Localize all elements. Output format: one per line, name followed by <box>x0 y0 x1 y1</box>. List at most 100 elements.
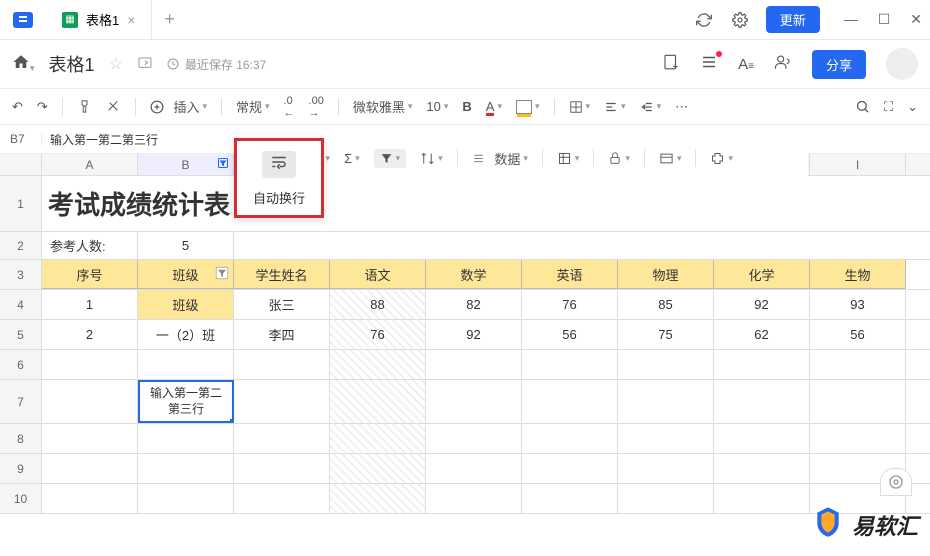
cell-empty[interactable] <box>714 484 810 513</box>
cell-data[interactable]: 76 <box>522 290 618 319</box>
cell-empty[interactable] <box>426 454 522 483</box>
cell-data[interactable]: 75 <box>618 320 714 349</box>
cell-empty[interactable] <box>522 484 618 513</box>
cell-data[interactable]: 92 <box>714 290 810 319</box>
plugin-button[interactable]: ▾ <box>710 151 733 166</box>
wrap-text-icon[interactable] <box>262 151 296 178</box>
row-header-2[interactable]: 2 <box>0 232 42 260</box>
cell-empty[interactable] <box>138 350 234 379</box>
cell-empty[interactable] <box>522 350 618 379</box>
insert-button[interactable]: 插入▾ <box>150 97 207 116</box>
font-select[interactable]: 微软雅黑▾ <box>353 97 413 116</box>
cell-empty[interactable] <box>234 424 330 453</box>
cell-empty[interactable] <box>714 380 810 423</box>
cell-header[interactable]: 语文 <box>330 260 426 289</box>
cell-empty[interactable] <box>138 454 234 483</box>
cell-empty[interactable] <box>426 350 522 379</box>
row-header-1[interactable]: 1 <box>0 176 42 232</box>
sort-button[interactable]: ▾ <box>420 151 443 166</box>
filter-indicator-icon[interactable] <box>217 157 229 172</box>
cell-data[interactable]: 2 <box>42 320 138 349</box>
selection-handle[interactable] <box>230 419 234 423</box>
collab-icon[interactable] <box>774 53 792 76</box>
cell-empty[interactable] <box>714 350 810 379</box>
add-tab-button[interactable]: + <box>152 9 187 30</box>
cell-empty[interactable] <box>234 350 330 379</box>
col-header-I[interactable]: I <box>810 154 906 175</box>
cell-empty[interactable] <box>714 424 810 453</box>
cell-header[interactable]: 生物 <box>810 260 906 289</box>
tab-sheet[interactable]: ▦ 表格1 × <box>46 0 152 40</box>
cell-empty[interactable] <box>618 424 714 453</box>
cell-empty[interactable] <box>330 350 426 379</box>
help-button[interactable] <box>880 468 912 496</box>
cell-title[interactable]: 考试成绩统计表 <box>42 176 906 231</box>
border-button[interactable]: ▾ <box>569 100 591 114</box>
cell-empty[interactable] <box>330 484 426 513</box>
cell-b2[interactable]: 5 <box>138 232 234 259</box>
text-size-icon[interactable]: A≡ <box>738 56 754 73</box>
cell-header[interactable]: 物理 <box>618 260 714 289</box>
align-button[interactable]: ▾ <box>604 100 626 114</box>
row-header-8[interactable]: 8 <box>0 424 42 454</box>
cell-empty[interactable] <box>426 380 522 423</box>
indent-button[interactable]: ▾ <box>640 100 662 114</box>
cell-empty[interactable] <box>714 454 810 483</box>
cell-header[interactable]: 数学 <box>426 260 522 289</box>
close-window-icon[interactable]: ✕ <box>910 11 922 28</box>
cell-empty[interactable] <box>426 484 522 513</box>
row-header-6[interactable]: 6 <box>0 350 42 380</box>
row-header-5[interactable]: 5 <box>0 320 42 350</box>
cell-data[interactable]: 1 <box>42 290 138 319</box>
cell-header[interactable]: 英语 <box>522 260 618 289</box>
cell-header[interactable]: 序号 <box>42 260 138 289</box>
cell-empty[interactable] <box>618 484 714 513</box>
cell-empty[interactable] <box>522 424 618 453</box>
cell-empty[interactable] <box>330 380 426 423</box>
cell-empty[interactable] <box>42 484 138 513</box>
cell-empty[interactable] <box>42 380 138 423</box>
view-button[interactable]: ▾ <box>659 151 682 166</box>
list-icon[interactable] <box>700 53 718 76</box>
minimize-icon[interactable]: — <box>844 11 858 28</box>
number-format-select[interactable]: 常规▾ <box>236 97 270 116</box>
maximize-icon[interactable]: ☐ <box>878 11 891 28</box>
refresh-icon[interactable] <box>694 10 714 30</box>
cell-data[interactable]: 85 <box>618 290 714 319</box>
star-icon[interactable]: ☆ <box>109 54 123 74</box>
cell-empty[interactable] <box>42 424 138 453</box>
bg-color-button[interactable]: ▾ <box>516 100 540 114</box>
cell-data[interactable]: 李四 <box>234 320 330 349</box>
wrap-text-label[interactable]: 自动换行 <box>243 182 315 209</box>
home-icon[interactable]: ▾ <box>12 53 35 76</box>
expand-icon[interactable]: ⛶ <box>884 99 893 115</box>
row-header-3[interactable]: 3 <box>0 260 42 290</box>
cell-data[interactable]: 56 <box>810 320 906 349</box>
cell-empty[interactable] <box>330 454 426 483</box>
cell-empty[interactable] <box>810 350 906 379</box>
bold-button[interactable]: B <box>462 99 471 114</box>
cell-data[interactable]: 一（2）班 <box>138 320 234 349</box>
cell-empty[interactable] <box>618 350 714 379</box>
cell-data[interactable]: 张三 <box>234 290 330 319</box>
search-icon[interactable] <box>855 99 870 115</box>
cell-selected-b7[interactable]: 输入第一第二第三行 <box>138 380 234 423</box>
lock-button[interactable]: ▾ <box>608 151 630 165</box>
cell-merged-2[interactable] <box>234 232 906 259</box>
col-header-A[interactable]: A <box>42 154 138 175</box>
avatar[interactable] <box>886 48 918 80</box>
chevron-down-icon[interactable]: ⌄ <box>907 99 918 115</box>
cell-data[interactable]: 82 <box>426 290 522 319</box>
cell-empty[interactable] <box>138 484 234 513</box>
cell-header[interactable]: 学生姓名 <box>234 260 330 289</box>
format-painter-icon[interactable] <box>77 99 92 114</box>
cell-empty[interactable] <box>42 454 138 483</box>
font-size-select[interactable]: 10▾ <box>426 99 448 114</box>
cell-header[interactable]: 班级 <box>138 260 234 289</box>
cell-empty[interactable] <box>426 424 522 453</box>
update-button[interactable]: 更新 <box>766 6 820 33</box>
cell-empty[interactable] <box>234 484 330 513</box>
cell-empty[interactable] <box>138 424 234 453</box>
folder-out-icon[interactable] <box>137 54 153 75</box>
cell-empty[interactable] <box>810 380 906 423</box>
